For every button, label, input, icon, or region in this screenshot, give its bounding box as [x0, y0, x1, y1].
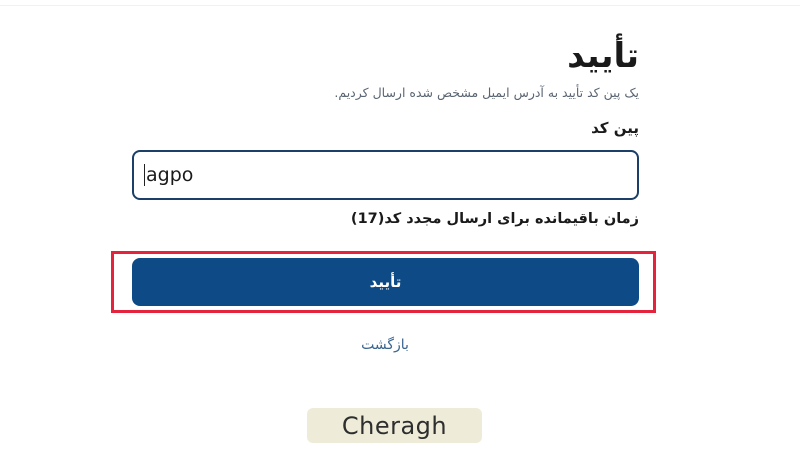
- pin-code-value: agpo: [146, 164, 194, 186]
- resend-timer: زمان باقیمانده برای ارسال مجدد کد(17): [350, 211, 639, 227]
- pin-code-value-wrapper: agpo: [144, 164, 193, 186]
- text-cursor: [144, 164, 145, 186]
- back-link[interactable]: بازگشت: [340, 337, 430, 353]
- logo-text: Cheragh: [341, 411, 448, 440]
- pin-code-label: پین کد: [591, 119, 639, 137]
- top-divider: [0, 5, 800, 6]
- verification-form: تأیید یک پین کد تأیید به آدرس ایمیل مشخص…: [132, 30, 639, 229]
- page-title: تأیید: [567, 36, 639, 76]
- page-subtitle: یک پین کد تأیید به آدرس ایمیل مشخص شده ا…: [334, 85, 639, 100]
- verification-page: تأیید یک پین کد تأیید به آدرس ایمیل مشخص…: [0, 0, 800, 450]
- confirm-button[interactable]: تأیید: [132, 258, 639, 306]
- pin-code-input[interactable]: agpo: [132, 150, 639, 200]
- cheragh-logo: Cheragh: [307, 408, 482, 443]
